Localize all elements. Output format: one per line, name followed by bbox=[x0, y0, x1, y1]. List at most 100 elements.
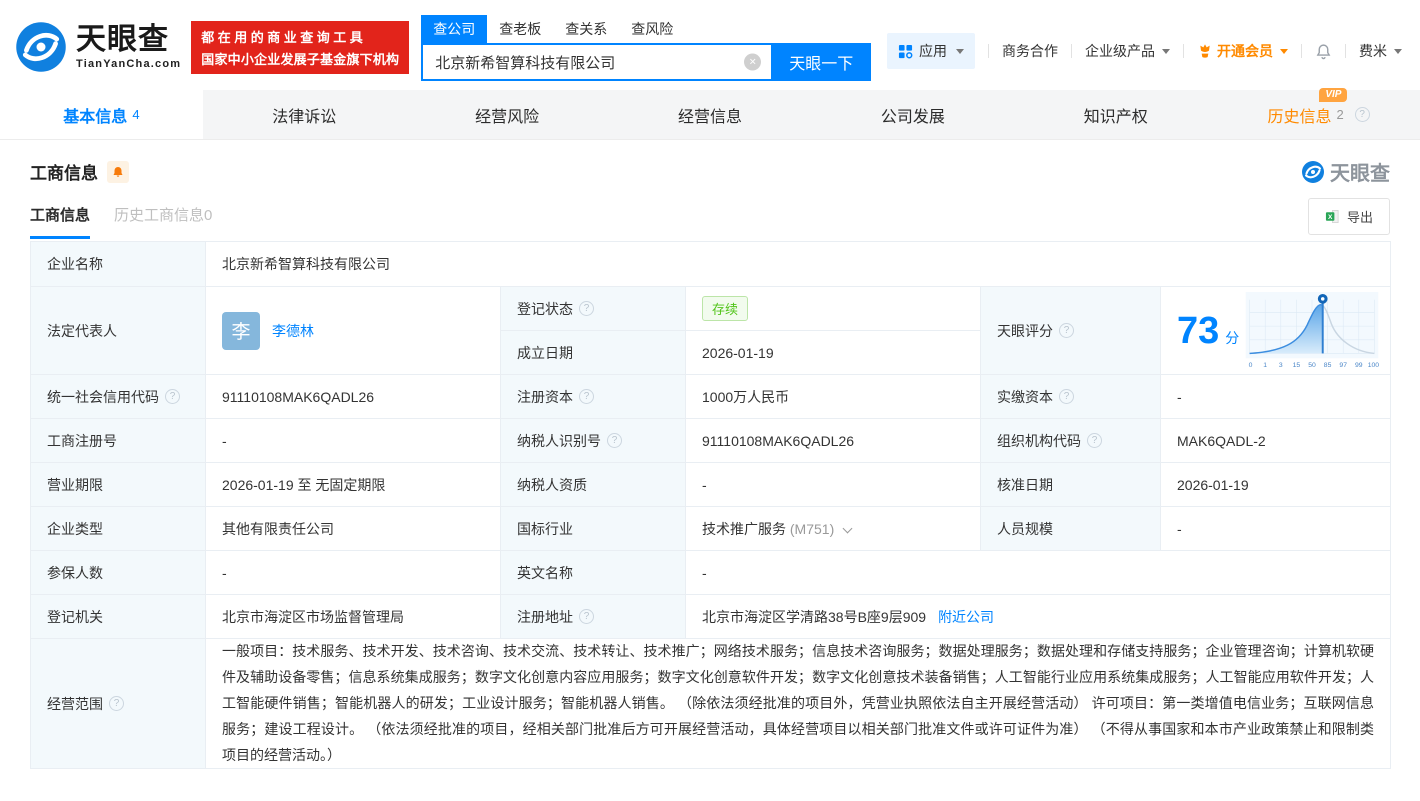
insured-count-value: - bbox=[205, 550, 501, 595]
help-icon[interactable]: ? bbox=[165, 389, 180, 404]
clear-search-icon[interactable]: × bbox=[744, 53, 762, 71]
taxpayer-id-value: 91110108MAK6QADL26 bbox=[685, 418, 981, 463]
section-title: 工商信息 bbox=[30, 164, 98, 183]
help-icon[interactable]: ? bbox=[1059, 323, 1074, 338]
tab-label: 知识产权 bbox=[1083, 108, 1148, 126]
score-value: 73 分 0 1 3 15 50 85 97 99 100 bbox=[1159, 286, 1392, 375]
svg-text:97: 97 bbox=[1340, 362, 1348, 369]
table-row: 营业期限 2026-01-19 至 无固定期限 纳税人资质 - 核准日期 202… bbox=[30, 462, 1392, 507]
section-header: 工商信息 天眼查 bbox=[0, 140, 1420, 186]
user-menu[interactable]: 费米 bbox=[1359, 41, 1402, 61]
apps-menu[interactable]: 应用 bbox=[887, 33, 975, 69]
company-type-value: 其他有限责任公司 bbox=[205, 506, 501, 551]
export-button[interactable]: X 导出 bbox=[1307, 198, 1390, 235]
top-header: 天眼查 TianYanCha.com 都在用的商业查询工具 国家中小企业发展子基… bbox=[0, 0, 1420, 90]
svg-text:X: X bbox=[1328, 214, 1333, 221]
score-distribution-chart: 0 1 3 15 50 85 97 99 100 bbox=[1245, 291, 1379, 369]
search-tab-company[interactable]: 查公司 bbox=[421, 15, 488, 43]
help-icon[interactable]: ? bbox=[1354, 107, 1370, 122]
notification-bell-icon[interactable] bbox=[1315, 43, 1332, 60]
tab-history-info[interactable]: 历史信息 VIP 2 ? bbox=[1217, 87, 1420, 139]
subtab-row: 工商信息 历史工商信息0 X 导出 bbox=[0, 186, 1420, 239]
tianyancha-logo[interactable]: 天眼查 TianYanCha.com bbox=[14, 20, 181, 74]
reg-address-label: 注册地址 ? bbox=[500, 594, 686, 639]
help-icon[interactable]: ? bbox=[579, 609, 594, 624]
nearby-companies-link[interactable]: 附近公司 bbox=[938, 607, 994, 627]
search-tab-boss[interactable]: 查老板 bbox=[487, 15, 553, 43]
business-term-label: 营业期限 bbox=[30, 462, 206, 507]
org-code-value: MAK6QADL-2 bbox=[1159, 418, 1392, 463]
reg-address-value: 北京市海淀区学清路38号B座9层909 附近公司 bbox=[684, 594, 1392, 639]
credit-code-label: 统一社会信用代码 ? bbox=[30, 374, 206, 419]
taxpayer-quality-label: 纳税人资质 bbox=[500, 462, 686, 507]
score-number: 73 bbox=[1177, 309, 1220, 352]
search-tab-relation[interactable]: 查关系 bbox=[553, 15, 619, 43]
enterprise-label: 企业级产品 bbox=[1085, 43, 1155, 59]
tab-label: 基本信息 bbox=[63, 108, 128, 126]
svg-text:1: 1 bbox=[1264, 362, 1268, 369]
subtab-history-registration[interactable]: 历史工商信息0 bbox=[114, 204, 212, 239]
chevron-down-icon[interactable] bbox=[842, 523, 853, 533]
svg-text:3: 3 bbox=[1279, 362, 1283, 369]
reg-authority-label: 登记机关 bbox=[30, 594, 206, 639]
help-icon[interactable]: ? bbox=[1087, 433, 1102, 448]
menu-cooperation[interactable]: 商务合作 bbox=[1002, 41, 1058, 61]
divider bbox=[1183, 44, 1184, 58]
svg-text:99: 99 bbox=[1355, 362, 1363, 369]
reg-number-value: - bbox=[205, 418, 501, 463]
legal-rep-avatar[interactable]: 李 bbox=[222, 311, 260, 350]
subtab-business-registration[interactable]: 工商信息 bbox=[30, 204, 91, 239]
watermark-logo-icon bbox=[1302, 160, 1324, 183]
watermark-text: 天眼查 bbox=[1330, 163, 1390, 185]
monitor-bell-icon[interactable] bbox=[107, 160, 129, 183]
legal-rep-label: 法定代表人 bbox=[30, 286, 206, 375]
menu-enterprise-products[interactable]: 企业级产品 bbox=[1085, 41, 1170, 61]
industry-code: (M751) bbox=[789, 520, 835, 537]
tab-intellectual-property[interactable]: 知识产权 bbox=[1014, 90, 1217, 139]
brand-name: 天眼查 bbox=[76, 22, 169, 56]
taxpayer-quality-value: - bbox=[685, 462, 981, 507]
tab-basic-info[interactable]: 基本信息 4 bbox=[0, 90, 203, 139]
tab-legal-proceedings[interactable]: 法律诉讼 bbox=[203, 90, 406, 139]
establish-date-value: 2026-01-19 bbox=[685, 330, 981, 375]
search-tab-risk[interactable]: 查风险 bbox=[619, 15, 685, 43]
help-icon[interactable]: ? bbox=[579, 389, 594, 404]
search-input[interactable] bbox=[421, 43, 772, 81]
tab-count: 2 bbox=[1336, 107, 1344, 122]
search-button[interactable]: 天眼一下 bbox=[771, 43, 872, 81]
help-icon[interactable]: ? bbox=[579, 301, 594, 316]
watermark-logo: 天眼查 bbox=[1301, 157, 1390, 186]
tab-label: 经营风险 bbox=[475, 108, 540, 126]
tab-company-development[interactable]: 公司发展 bbox=[811, 90, 1014, 139]
divider bbox=[1345, 44, 1346, 58]
divider bbox=[1301, 44, 1302, 58]
export-label: 导出 bbox=[1346, 210, 1373, 225]
help-icon[interactable]: ? bbox=[607, 433, 622, 448]
open-vip-label: 开通会员 bbox=[1217, 43, 1273, 59]
table-row: 企业类型 其他有限责任公司 国标行业 技术推广服务 (M751) 人员规模 - bbox=[30, 506, 1392, 551]
table-row: 统一社会信用代码 ? 91110108MAK6QADL26 注册资本 ? 100… bbox=[30, 374, 1392, 419]
tab-label: 经营信息 bbox=[678, 108, 743, 126]
help-icon[interactable]: ? bbox=[109, 696, 124, 712]
tab-label: 公司发展 bbox=[880, 108, 945, 126]
legal-rep-link[interactable]: 李德林 bbox=[272, 321, 314, 341]
table-row: 工商注册号 - 纳税人识别号 ? 91110108MAK6QADL26 组织机构… bbox=[30, 418, 1392, 463]
business-info-table: 企业名称 北京新希智算科技有限公司 法定代表人 李 李德林 登记状态 ? 存续 … bbox=[30, 241, 1392, 770]
divider bbox=[1071, 44, 1072, 58]
menu-open-vip[interactable]: 开通会员 bbox=[1197, 41, 1288, 61]
help-icon[interactable]: ? bbox=[1059, 389, 1074, 404]
tab-label: 历史信息 bbox=[1267, 108, 1332, 126]
company-section-tabs: 基本信息 4 法律诉讼 经营风险 经营信息 公司发展 知识产权 历史信息 VIP… bbox=[0, 87, 1420, 140]
tab-operation-risk[interactable]: 经营风险 bbox=[406, 90, 609, 139]
business-term-value: 2026-01-19 至 无固定期限 bbox=[205, 462, 501, 507]
chevron-down-icon bbox=[1162, 48, 1170, 54]
approval-date-label: 核准日期 bbox=[980, 462, 1161, 507]
svg-text:50: 50 bbox=[1308, 362, 1316, 369]
tab-business-info[interactable]: 经营信息 bbox=[609, 90, 812, 139]
svg-text:85: 85 bbox=[1324, 362, 1332, 369]
chevron-down-icon bbox=[956, 48, 964, 54]
business-scope-value: 一般项目：技术服务、技术开发、技术咨询、技术交流、技术转让、技术推广；网络技术服… bbox=[204, 637, 1392, 770]
chevron-down-icon bbox=[1394, 48, 1402, 54]
search-module: 查公司 查老板 查关系 查风险 × 天眼一下 bbox=[421, 15, 872, 81]
business-scope-label: 经营范围 ? bbox=[30, 637, 206, 770]
